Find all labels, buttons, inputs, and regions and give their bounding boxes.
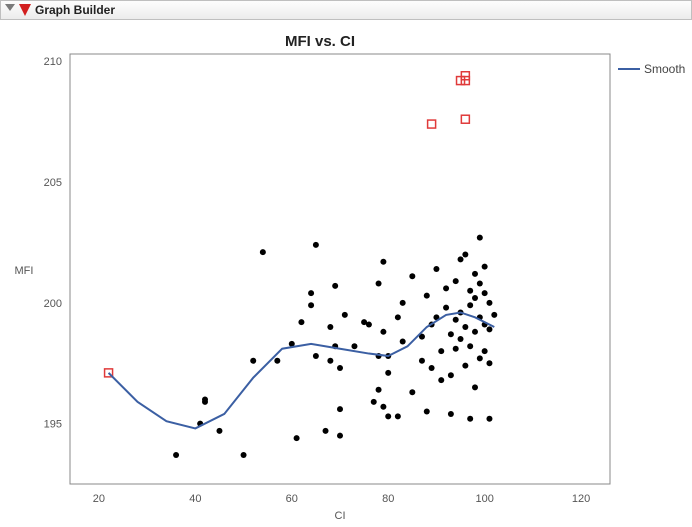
svg-text:120: 120	[572, 493, 590, 505]
svg-text:80: 80	[382, 493, 394, 505]
svg-text:205: 205	[44, 177, 62, 189]
x-axis-label: CI	[335, 510, 346, 522]
scatter-chart: MFI vs. CI 195 200 205 210 MFI 20 40 60 80 100 1…	[0, 24, 692, 527]
y-axis-label: MFI	[15, 265, 34, 277]
legend-label: Smooth	[644, 62, 685, 76]
svg-text:100: 100	[475, 493, 493, 505]
panel-title: Graph Builder	[35, 3, 115, 17]
chart-area: MFI vs. CI 195 200 205 210 MFI 20 40 60 80 100 1…	[0, 24, 692, 527]
svg-text:40: 40	[189, 493, 201, 505]
plot-frame	[70, 54, 610, 484]
y-axis: 195 200 205 210 MFI	[15, 56, 70, 430]
svg-text:60: 60	[286, 493, 298, 505]
x-axis: 20 40 60 80 100 120 CI	[93, 484, 590, 522]
smooth-line	[109, 312, 495, 428]
outlier-points	[105, 72, 470, 377]
svg-text:200: 200	[44, 298, 62, 310]
panel-header[interactable]: Graph Builder	[0, 0, 692, 20]
svg-text:210: 210	[44, 56, 62, 68]
disclosure-icon[interactable]	[5, 4, 15, 16]
svg-text:195: 195	[44, 419, 62, 431]
red-triangle-menu-icon[interactable]	[19, 4, 31, 16]
svg-text:20: 20	[93, 493, 105, 505]
legend: Smooth	[618, 62, 685, 76]
chart-title: MFI vs. CI	[285, 33, 355, 50]
data-points	[173, 235, 497, 458]
